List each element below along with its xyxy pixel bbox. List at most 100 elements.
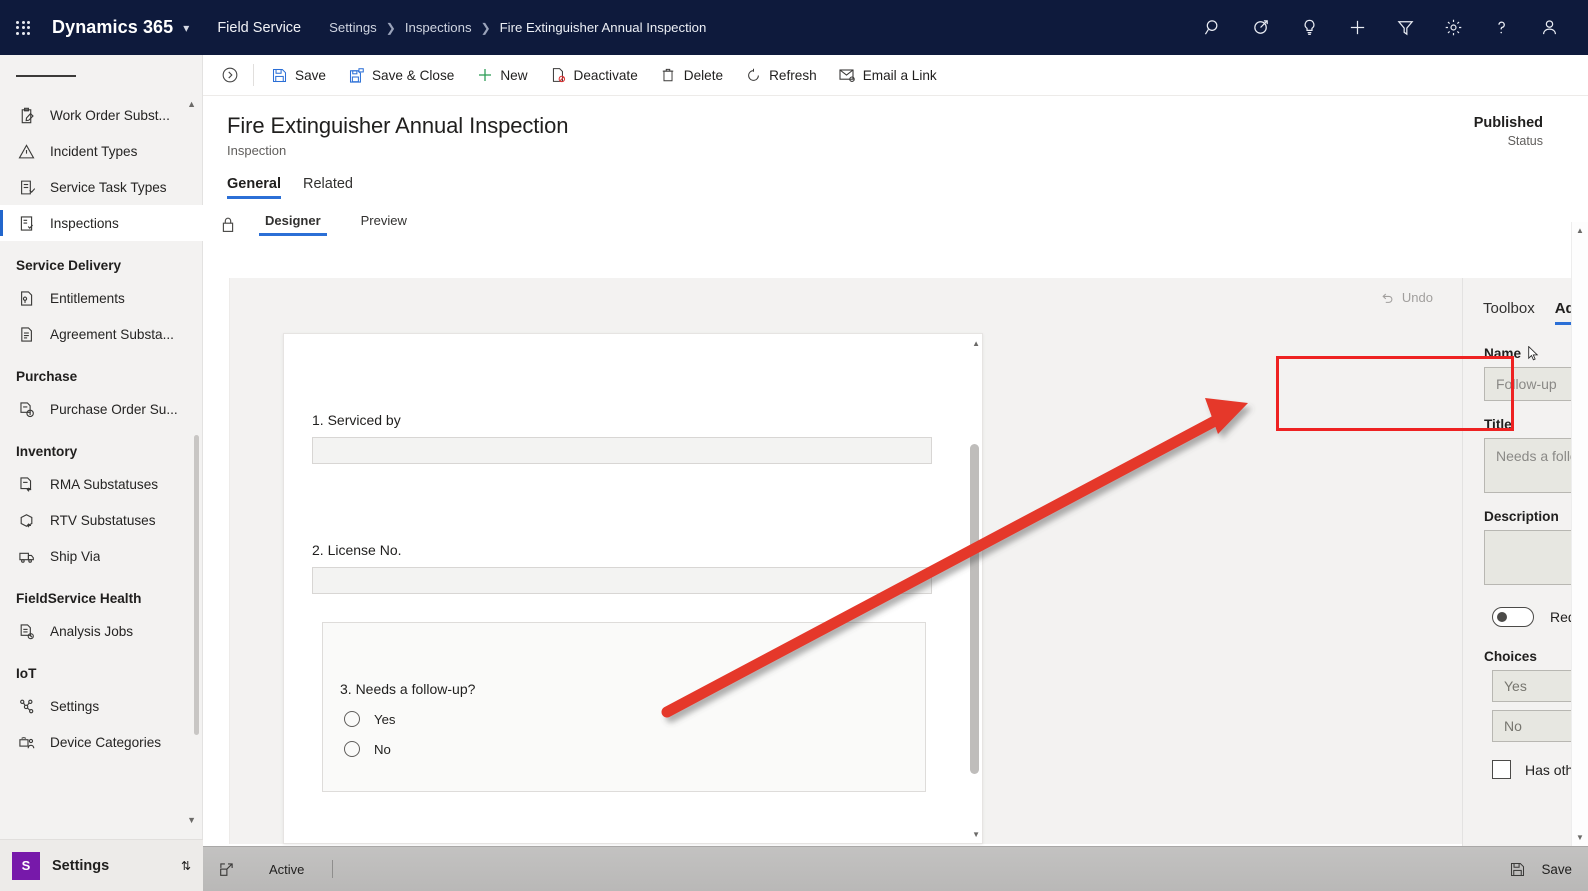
lock-icon bbox=[215, 216, 241, 233]
chevron-down-icon[interactable]: ▾ bbox=[183, 21, 189, 35]
mouse-cursor-icon bbox=[1528, 346, 1539, 361]
area-initial-badge: S bbox=[12, 851, 40, 880]
question-1[interactable]: 1. Serviced by bbox=[284, 412, 960, 464]
question-3-selected[interactable]: 3. Needs a follow-up? Yes No bbox=[322, 622, 926, 792]
record-entity-label: Inspection bbox=[227, 143, 287, 158]
sidebar-item-incident-types[interactable]: Incident Types bbox=[0, 133, 203, 169]
canvas-scrollbar-thumb[interactable] bbox=[970, 444, 979, 774]
subtab-designer[interactable]: Designer bbox=[249, 213, 337, 236]
box-return-icon bbox=[16, 510, 36, 530]
sidebar-group-inventory: Inventory bbox=[16, 444, 78, 459]
sidebar-item-purchase-order-su[interactable]: Purchase Order Su... bbox=[0, 391, 203, 427]
page-scroll-up-icon[interactable]: ▲ bbox=[1576, 226, 1584, 235]
sidebar-scrollbar-thumb[interactable] bbox=[194, 435, 199, 735]
save-close-icon bbox=[348, 67, 365, 84]
page-scrollbar[interactable]: ▲ ▼ bbox=[1571, 222, 1588, 846]
sidebar-item-label: Purchase Order Su... bbox=[50, 401, 178, 417]
sidebar-item-work-order-subst[interactable]: Work Order Subst... bbox=[0, 97, 203, 133]
filter-icon[interactable] bbox=[1384, 7, 1426, 49]
app-name-field-service[interactable]: Field Service bbox=[217, 20, 301, 36]
sidebar-item-rtv-substatuses[interactable]: RTV Substatuses bbox=[0, 502, 203, 538]
area-name-label: Settings bbox=[52, 857, 110, 874]
radio-button-yes[interactable] bbox=[344, 711, 360, 727]
user-avatar-icon[interactable] bbox=[1528, 7, 1570, 49]
purchase-order-icon bbox=[16, 399, 36, 419]
sidebar-item-ship-via[interactable]: Ship Via bbox=[0, 538, 203, 574]
save-and-close-button-label: Save & Close bbox=[371, 67, 455, 83]
question-3-option-yes[interactable]: Yes bbox=[340, 711, 925, 727]
breadcrumb-item-settings[interactable]: Settings bbox=[329, 20, 377, 35]
question-2-input[interactable] bbox=[312, 567, 932, 594]
deactivate-button[interactable]: Deactivate bbox=[539, 58, 649, 92]
sidebar-item-label: Incident Types bbox=[50, 143, 138, 159]
canvas-scroll-down-icon[interactable]: ▼ bbox=[972, 830, 980, 839]
form-questions-container: 1. Serviced by 2. License No. 3. Needs a… bbox=[284, 334, 960, 845]
sidebar-item-label: Service Task Types bbox=[50, 179, 167, 195]
delete-button-label: Delete bbox=[683, 67, 724, 83]
search-icon[interactable] bbox=[1192, 7, 1234, 49]
record-header: Fire Extinguisher Annual Inspection Insp… bbox=[203, 96, 1588, 158]
undo-button[interactable]: Undo bbox=[1380, 290, 1433, 305]
plus-icon[interactable] bbox=[1336, 7, 1378, 49]
page-title: Fire Extinguisher Annual Inspection bbox=[227, 113, 569, 138]
brand-title[interactable]: Dynamics 365 bbox=[52, 17, 173, 38]
task-list-icon bbox=[16, 177, 36, 197]
sidebar-item-entitlements[interactable]: Entitlements bbox=[0, 280, 203, 316]
lightbulb-icon[interactable] bbox=[1288, 7, 1330, 49]
status-caption: Status bbox=[1507, 134, 1543, 148]
has-other-item-checkbox[interactable] bbox=[1492, 760, 1511, 779]
advanced-properties-form: Name Follow-up Title Needs a follow-up? … bbox=[1463, 346, 1588, 846]
tab-related[interactable]: Related bbox=[303, 176, 353, 199]
breadcrumb-item-inspections[interactable]: Inspections bbox=[405, 20, 472, 35]
chevron-updown-icon[interactable]: ⇅ bbox=[181, 859, 191, 873]
inspection-checklist-icon bbox=[16, 213, 36, 233]
delete-button[interactable]: Delete bbox=[649, 58, 734, 92]
tracker-icon[interactable] bbox=[1240, 7, 1282, 49]
chevron-right-icon: ❯ bbox=[480, 20, 491, 35]
refresh-button[interactable]: Refresh bbox=[734, 58, 828, 92]
rma-doc-icon bbox=[16, 474, 36, 494]
subtab-preview[interactable]: Preview bbox=[345, 213, 423, 236]
required-toggle[interactable] bbox=[1492, 607, 1534, 627]
sidebar-scroll-down-icon[interactable]: ▼ bbox=[187, 815, 196, 825]
back-circle-icon[interactable] bbox=[213, 58, 247, 92]
save-and-close-button[interactable]: Save & Close bbox=[337, 58, 465, 92]
email-a-link-button-label: Email a Link bbox=[862, 67, 937, 83]
canvas-scroll-up-icon[interactable]: ▲ bbox=[972, 339, 980, 348]
trash-icon bbox=[660, 67, 677, 84]
sidebar-item-label: Work Order Subst... bbox=[50, 107, 170, 123]
gear-icon[interactable] bbox=[1432, 7, 1474, 49]
sidebar-item-inspections[interactable]: Inspections bbox=[0, 205, 203, 241]
sidebar-area-switcher[interactable]: S Settings ⇅ bbox=[0, 839, 203, 891]
save-button[interactable]: Save bbox=[260, 58, 337, 92]
question-2[interactable]: 2. License No. bbox=[284, 542, 960, 594]
device-category-icon bbox=[16, 732, 36, 752]
radio-button-no[interactable] bbox=[344, 741, 360, 757]
sidebar-item-service-task-types[interactable]: Service Task Types bbox=[0, 169, 203, 205]
radio-label-yes: Yes bbox=[374, 711, 396, 727]
sidebar-group-purchase: Purchase bbox=[16, 369, 78, 384]
sidebar-item-analysis-jobs[interactable]: Analysis Jobs bbox=[0, 613, 203, 649]
page-scroll-down-icon[interactable]: ▼ bbox=[1576, 833, 1584, 842]
entitlement-doc-icon bbox=[16, 288, 36, 308]
sidebar-item-settings[interactable]: Settings bbox=[0, 688, 203, 724]
undo-label: Undo bbox=[1401, 290, 1433, 305]
sidebar-item-agreement-substa[interactable]: Agreement Substa... bbox=[0, 316, 203, 352]
footer-status-text: Active bbox=[269, 861, 305, 877]
help-icon[interactable] bbox=[1480, 7, 1522, 49]
hamburger-menu-icon[interactable] bbox=[0, 55, 202, 97]
sidebar-item-device-categories[interactable]: Device Categories bbox=[0, 724, 203, 760]
popout-icon[interactable] bbox=[219, 862, 241, 877]
sidebar-group-iot: IoT bbox=[16, 666, 37, 681]
tab-toolbox[interactable]: Toolbox bbox=[1483, 300, 1535, 325]
email-a-link-button[interactable]: Email a Link bbox=[828, 58, 948, 92]
sidebar-item-rma-substatuses[interactable]: RMA Substatuses bbox=[0, 466, 203, 502]
app-launcher-waffle-icon[interactable] bbox=[0, 20, 46, 35]
new-button[interactable]: New bbox=[465, 58, 538, 92]
tab-general[interactable]: General bbox=[227, 176, 281, 199]
inspection-form-canvas: 1. Serviced by 2. License No. 3. Needs a… bbox=[283, 333, 983, 844]
deactivate-button-label: Deactivate bbox=[573, 67, 638, 83]
question-3-option-no[interactable]: No bbox=[340, 741, 925, 757]
footer-save-button[interactable]: Save bbox=[1510, 862, 1572, 877]
question-1-input[interactable] bbox=[312, 437, 932, 464]
